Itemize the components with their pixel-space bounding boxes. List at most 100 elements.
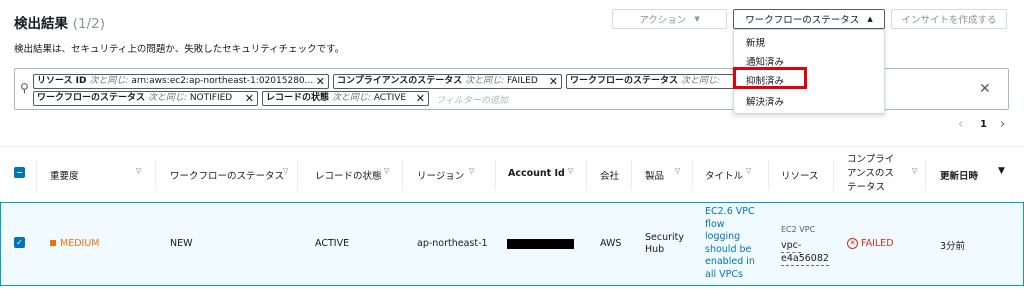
dropdown-item-resolved[interactable]: 解決済み bbox=[746, 94, 784, 108]
findings-count: (1/2) bbox=[72, 16, 105, 32]
col-resource[interactable]: リソース bbox=[781, 168, 819, 182]
col-workflow-status[interactable]: ワークフローのステータス bbox=[170, 168, 284, 182]
sort-icon[interactable]: ▽ bbox=[469, 167, 474, 175]
prev-page-icon[interactable]: ‹ bbox=[958, 117, 963, 132]
column-divider bbox=[36, 160, 37, 190]
filter-operator: 次と同じ: bbox=[331, 93, 371, 103]
clear-filters-icon[interactable]: ✕ bbox=[979, 81, 991, 97]
severity-medium-icon bbox=[50, 240, 56, 246]
failed-icon: ✕ bbox=[847, 238, 858, 249]
dropdown-item-notified[interactable]: 通知済み bbox=[746, 54, 784, 68]
filter-value: ACTIVE bbox=[373, 93, 407, 103]
sort-desc-icon[interactable]: ▼ bbox=[998, 166, 1005, 176]
sort-icon[interactable]: ▽ bbox=[675, 167, 680, 175]
record-state-value: ACTIVE bbox=[315, 238, 350, 249]
compliance-value: FAILED bbox=[861, 238, 894, 249]
filter-value: FAILED bbox=[507, 76, 538, 86]
sort-icon[interactable]: ▽ bbox=[283, 167, 288, 175]
filter-token[interactable]: ワークフローのステータス 次と同じ: bbox=[566, 74, 734, 89]
remove-filter-icon[interactable]: ✕ bbox=[316, 75, 325, 88]
workflow-status-button[interactable]: ワークフローのステータス ▲ bbox=[733, 9, 885, 29]
column-divider bbox=[402, 160, 403, 190]
title-line: all VPCs bbox=[705, 268, 743, 280]
col-severity[interactable]: 重要度 bbox=[50, 168, 79, 182]
page-description: 検出結果は、セキュリティ上の問題か、失敗したセキュリティチェックです。 bbox=[14, 44, 345, 55]
select-all-checkbox[interactable]: − bbox=[14, 167, 25, 178]
title-line: logging bbox=[705, 231, 741, 243]
product-line: Hub bbox=[645, 244, 665, 255]
title-link[interactable]: EC2.6 VPC flow logging should be enabled… bbox=[705, 206, 755, 282]
col-region[interactable]: リージョン bbox=[417, 168, 464, 182]
create-insight-button[interactable]: インサイトを作成する bbox=[891, 9, 1007, 29]
add-filter-placeholder[interactable]: フィルターの追加 bbox=[436, 93, 508, 106]
column-divider bbox=[925, 160, 926, 190]
col-updated[interactable]: 更新日時 bbox=[940, 168, 978, 182]
action-button[interactable]: アクション ▼ bbox=[612, 9, 727, 29]
filter-key: コンプライアンスのステータス bbox=[337, 76, 463, 86]
company-value: AWS bbox=[600, 238, 622, 249]
filter-value: arn:aws:ec2:ap-northeast-1:02015280... bbox=[131, 76, 314, 86]
column-divider bbox=[297, 160, 298, 190]
caret-down-icon: ▼ bbox=[694, 15, 700, 23]
title-text: 検出結果 bbox=[14, 16, 68, 32]
filter-key: ワークフローのステータス bbox=[570, 76, 679, 86]
column-divider bbox=[155, 160, 156, 190]
col-company[interactable]: 会社 bbox=[600, 168, 619, 182]
header-line: アンスのス bbox=[847, 168, 894, 179]
filter-operator: 次と同じ: bbox=[147, 93, 187, 103]
sort-icon[interactable]: ▽ bbox=[384, 167, 389, 175]
page-number[interactable]: 1 bbox=[980, 119, 987, 130]
column-divider bbox=[586, 160, 587, 190]
remove-filter-icon[interactable]: ✕ bbox=[416, 92, 425, 105]
filter-token[interactable]: コンプライアンスのステータス 次と同じ: FAILED ✕ bbox=[333, 74, 562, 89]
filter-operator: 次と同じ: bbox=[465, 76, 505, 86]
column-divider bbox=[495, 160, 496, 190]
sort-icon[interactable]: ▽ bbox=[912, 167, 917, 175]
resource-id-line: vpc- bbox=[781, 240, 802, 253]
dropdown-item-new[interactable]: 新規 bbox=[746, 35, 765, 49]
col-account-id[interactable]: Account Id bbox=[508, 168, 565, 179]
remove-filter-icon[interactable]: ✕ bbox=[549, 75, 558, 88]
severity-value: MEDIUM bbox=[60, 238, 100, 249]
remove-filter-icon[interactable]: ✕ bbox=[245, 92, 254, 105]
col-compliance-status[interactable]: コンプライ アンスのス テータス bbox=[847, 153, 894, 195]
col-title[interactable]: タイトル bbox=[705, 168, 743, 182]
next-page-icon[interactable]: › bbox=[1000, 117, 1005, 132]
title-line: flow bbox=[705, 218, 725, 230]
resource-id[interactable]: vpc- e4a56082 bbox=[781, 240, 829, 266]
filter-key: リソース ID bbox=[37, 76, 87, 86]
column-divider bbox=[833, 160, 834, 190]
product-line: Security bbox=[645, 232, 685, 243]
header-line: コンプライ bbox=[847, 154, 895, 165]
filter-operator: 次と同じ: bbox=[680, 76, 720, 86]
resource-id-line: e4a56082 bbox=[781, 253, 829, 266]
workflow-status-label: ワークフローのステータス bbox=[745, 15, 860, 26]
sort-icon[interactable]: ▽ bbox=[568, 167, 573, 175]
filter-token[interactable]: レコードの状態 次と同じ: ACTIVE ✕ bbox=[262, 91, 429, 106]
column-divider bbox=[631, 160, 632, 190]
filter-operator: 次と同じ: bbox=[89, 76, 129, 86]
sort-icon[interactable]: ▽ bbox=[746, 167, 751, 175]
title-line: should be bbox=[705, 243, 752, 255]
filter-token[interactable]: ワークフローのステータス 次と同じ: NOTIFIED ✕ bbox=[33, 91, 258, 106]
action-label: アクション bbox=[639, 15, 687, 26]
sort-icon[interactable]: ▽ bbox=[136, 167, 141, 175]
col-product[interactable]: 製品 bbox=[645, 168, 664, 182]
column-divider bbox=[768, 160, 769, 190]
filter-token[interactable]: リソース ID 次と同じ: arn:aws:ec2:ap-northeast-1… bbox=[33, 74, 329, 89]
column-divider bbox=[692, 160, 693, 190]
create-insight-label: インサイトを作成する bbox=[901, 15, 997, 26]
filter-value: NOTIFIED bbox=[189, 93, 233, 103]
page-title: 検出結果 (1/2) bbox=[14, 12, 105, 32]
region-value: ap-northeast-1 bbox=[417, 238, 488, 249]
row-checkbox[interactable]: ✓ bbox=[14, 237, 25, 248]
workflow-status-value: NEW bbox=[170, 238, 193, 249]
product-value: Security Hub bbox=[645, 232, 684, 256]
caret-up-icon: ▲ bbox=[867, 15, 873, 23]
col-record-state[interactable]: レコードの状態 bbox=[315, 168, 382, 182]
resource-type: EC2 VPC bbox=[781, 225, 816, 234]
title-line: enabled in bbox=[705, 256, 755, 268]
table-header-divider bbox=[0, 146, 1024, 147]
updated-value: 3分前 bbox=[940, 241, 966, 252]
header-line: テータス bbox=[847, 182, 886, 193]
